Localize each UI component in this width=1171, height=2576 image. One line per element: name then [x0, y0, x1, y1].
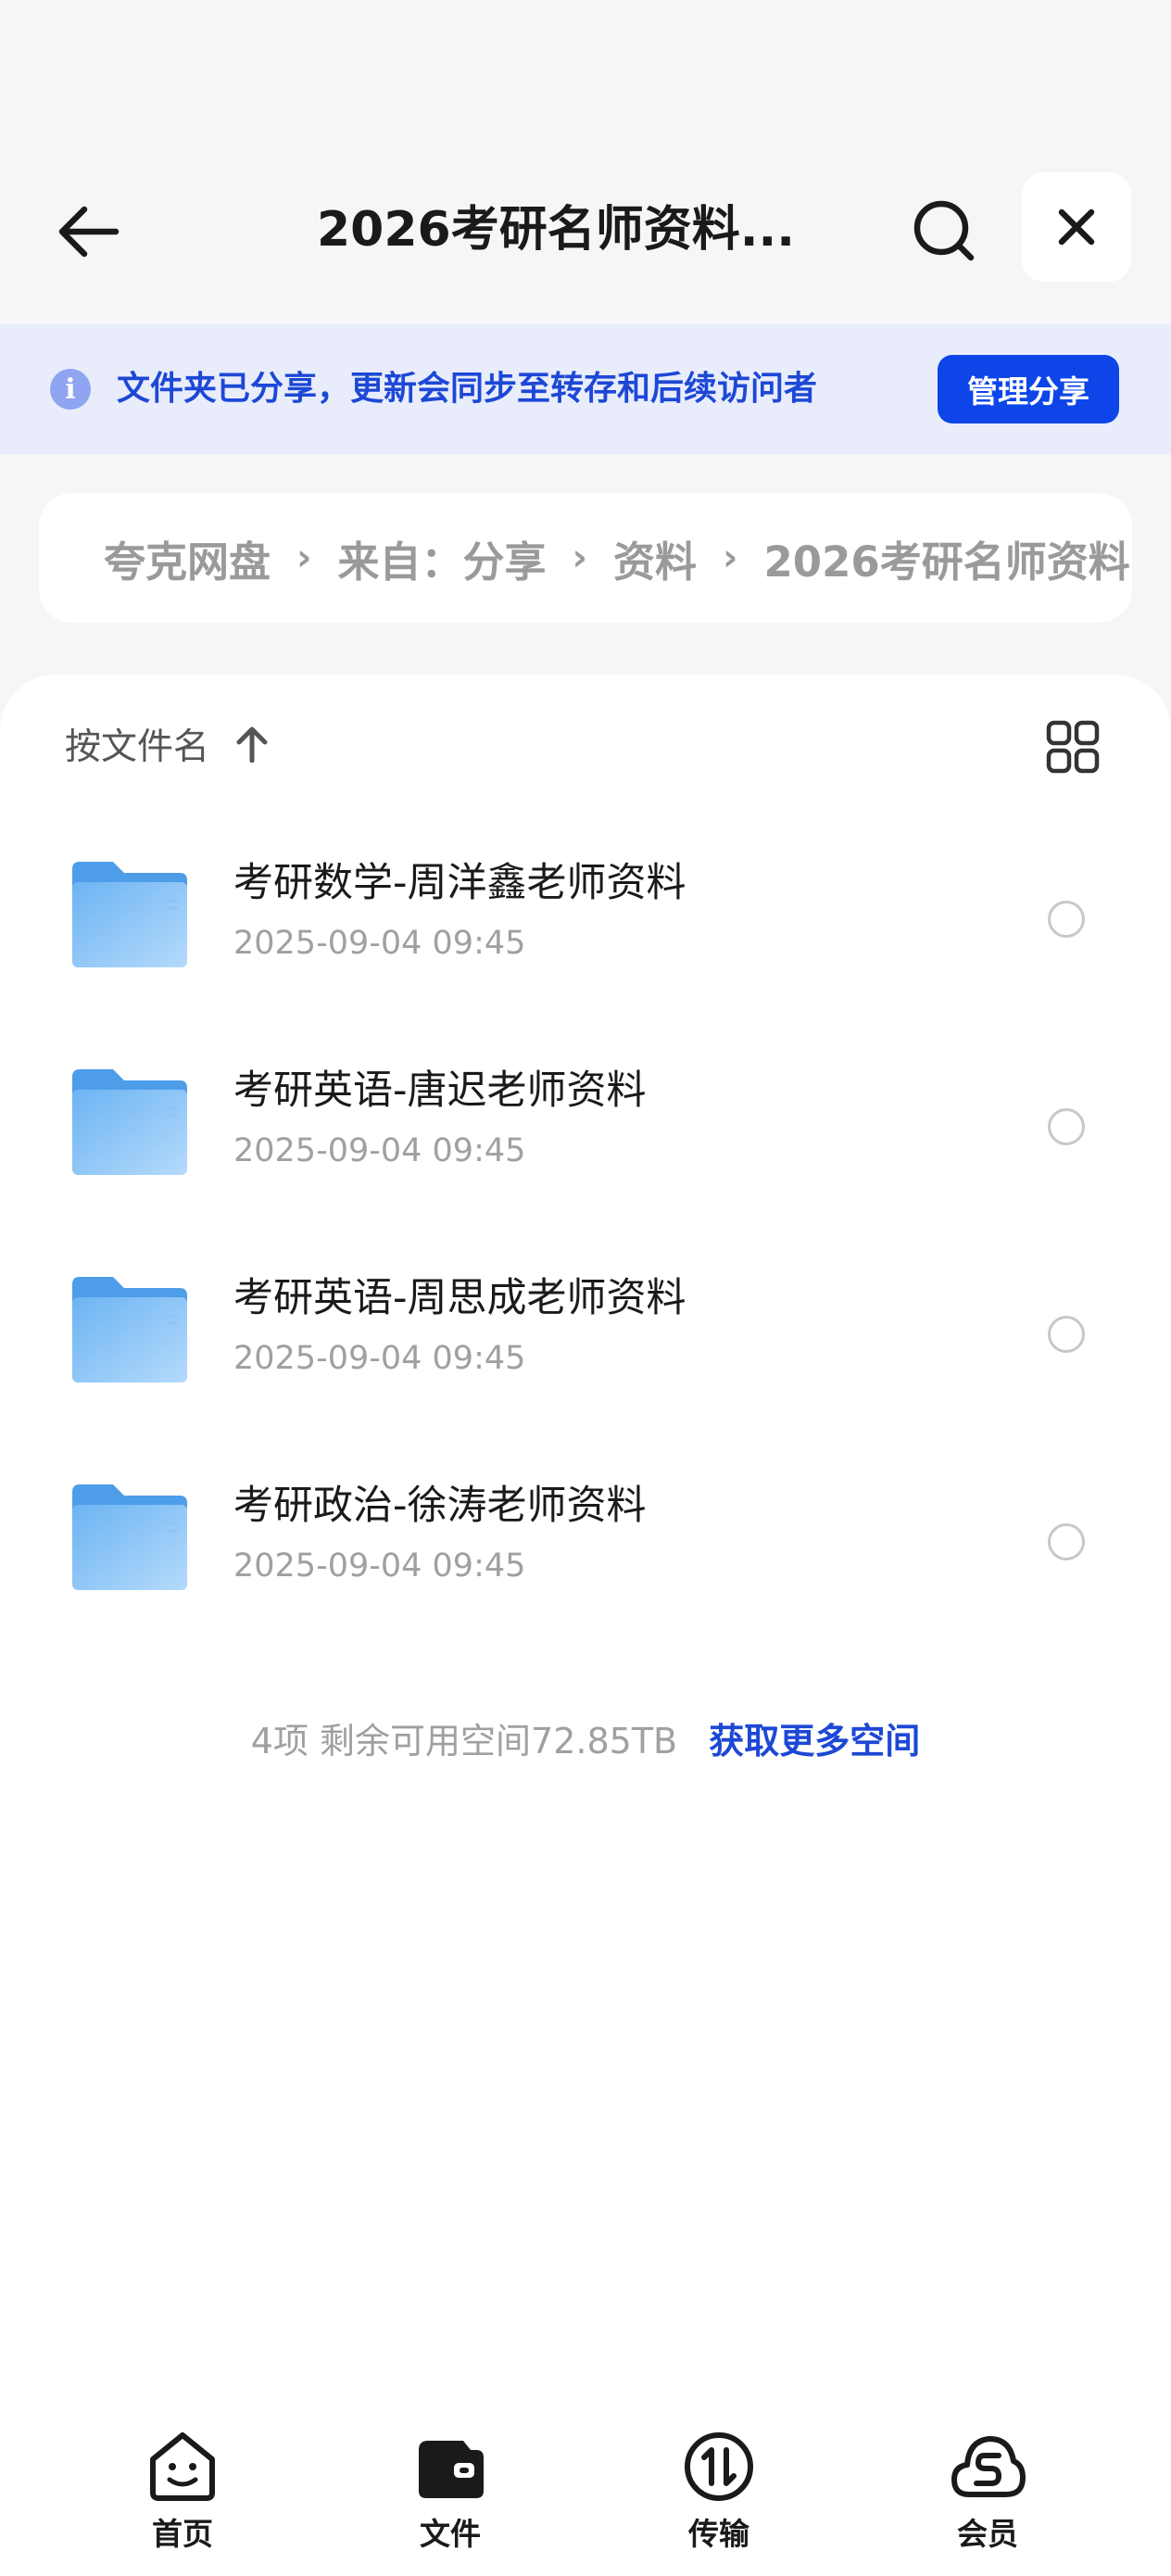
select-radio[interactable]	[1048, 1108, 1085, 1145]
back-button[interactable]	[46, 190, 130, 273]
select-radio[interactable]	[1048, 1316, 1085, 1353]
tab-transfer[interactable]: 传输	[645, 2428, 793, 2567]
sort-label: 按文件名	[65, 726, 210, 768]
file-list: 考研数学-周洋鑫老师资料 2025-09-04 09:45 考研英语-唐迟老师资	[0, 823, 1171, 1653]
header: 2026考研名师资料...	[0, 167, 1171, 287]
select-radio[interactable]	[1048, 1523, 1085, 1560]
tab-vip[interactable]: 会员	[913, 2428, 1062, 2567]
tab-home[interactable]: 首页	[108, 2428, 257, 2567]
chevron-right-icon: ›	[572, 537, 587, 579]
arrow-up-icon	[235, 726, 269, 763]
breadcrumb-item-shared[interactable]: 来自：分享	[338, 528, 547, 588]
close-button[interactable]	[1022, 172, 1131, 282]
file-date: 2025-09-04 09:45	[233, 925, 526, 962]
share-banner: i 文件夹已分享，更新会同步至转存和后续访问者 管理分享	[0, 324, 1171, 454]
chevron-right-icon: ›	[723, 537, 738, 579]
file-name: 考研英语-唐迟老师资料	[233, 1067, 647, 1114]
file-row[interactable]: 考研英语-唐迟老师资料 2025-09-04 09:45	[0, 1030, 1171, 1238]
file-date: 2025-09-04 09:45	[233, 1340, 526, 1377]
breadcrumb-item-materials[interactable]: 资料	[613, 528, 697, 588]
file-name: 考研数学-周洋鑫老师资料	[233, 860, 686, 906]
tab-label: 首页	[152, 2516, 213, 2552]
manage-share-button[interactable]: 管理分享	[938, 355, 1119, 423]
breadcrumb: 夸克网盘 › 来自：分享 › 资料 › 2026考研名师资料	[39, 493, 1132, 623]
file-row[interactable]: 考研数学-周洋鑫老师资料 2025-09-04 09:45	[0, 823, 1171, 1030]
sort-control[interactable]: 按文件名	[65, 712, 269, 777]
page: 2026考研名师资料... i 文件夹已分享，更新会同步至转存和后续访问者 管理…	[0, 0, 1171, 2576]
select-radio[interactable]	[1048, 901, 1085, 938]
file-row[interactable]: 考研英语-周思成老师资料 2025-09-04 09:45	[0, 1238, 1171, 1446]
file-date: 2025-09-04 09:45	[233, 1547, 526, 1585]
folder-icon	[72, 1484, 187, 1590]
file-browser: 按文件名 考研数学-周洋鑫老师资料 2025-09-04 09:45 考研英语-…	[0, 675, 1171, 2576]
tab-label: 会员	[957, 2516, 1018, 2552]
breadcrumb-item-current: 2026考研名师资料	[763, 537, 1130, 587]
file-date: 2025-09-04 09:45	[233, 1132, 526, 1169]
share-banner-text: 文件夹已分享，更新会同步至转存和后续访问者	[117, 370, 818, 408]
folder-icon	[72, 862, 187, 967]
storage-text: 4项 剩余可用空间72.85TB	[250, 1721, 678, 1762]
file-row[interactable]: 考研政治-徐涛老师资料 2025-09-04 09:45	[0, 1446, 1171, 1653]
transfer-icon	[685, 2432, 753, 2501]
page-title: 2026考研名师资料...	[317, 202, 795, 258]
tab-label: 文件	[420, 2516, 481, 2552]
file-name: 考研政治-徐涛老师资料	[233, 1483, 647, 1529]
storage-info: 4项 剩余可用空间72.85TB 获取更多空间	[0, 1712, 1171, 1763]
search-button[interactable]	[903, 190, 987, 273]
vip-cloud-icon	[951, 2436, 1026, 2497]
grid-icon	[1046, 720, 1100, 774]
info-icon: i	[50, 369, 91, 410]
chevron-right-icon: ›	[296, 537, 312, 579]
file-name: 考研英语-周思成老师资料	[233, 1275, 686, 1321]
home-smile-icon	[150, 2432, 215, 2501]
tab-label: 传输	[688, 2516, 749, 2552]
bottom-tab-bar: 首页 文件 传输 会员	[0, 2409, 1171, 2576]
arrow-left-icon	[58, 206, 120, 258]
breadcrumb-item-home[interactable]: 夸克网盘	[104, 528, 271, 588]
get-more-space-link[interactable]: 获取更多空间	[709, 1721, 920, 1762]
tab-files[interactable]: 文件	[376, 2428, 524, 2567]
folder-icon	[72, 1069, 187, 1175]
grid-view-button[interactable]	[1045, 719, 1101, 775]
folder-icon	[72, 1277, 187, 1383]
search-icon	[913, 200, 975, 261]
wallet-folder-icon	[419, 2441, 484, 2498]
close-icon	[1058, 208, 1095, 246]
